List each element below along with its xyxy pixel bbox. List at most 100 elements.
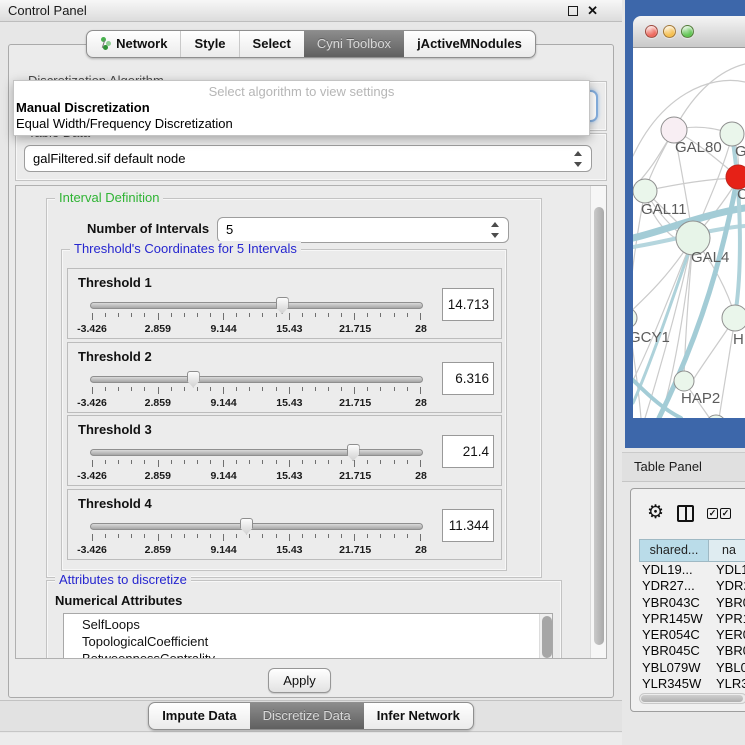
settings-scrollbar-thumb[interactable]	[594, 207, 604, 645]
network-window-titlebar[interactable]	[633, 16, 745, 48]
slider-ticks	[92, 534, 421, 542]
slider-track[interactable]	[90, 523, 423, 530]
threshold-label: Threshold 3	[78, 422, 152, 437]
table-header: shared... na	[639, 539, 745, 562]
column-layout-icon[interactable]	[677, 505, 694, 522]
bottom-tab-strip: Impute DataDiscretize DataInfer Network	[0, 700, 622, 732]
zoom-window-icon[interactable]	[681, 25, 694, 38]
threshold-slider[interactable]: -3.4262.8599.14415.4321.71528	[90, 517, 423, 559]
slider-thumb[interactable]	[347, 444, 360, 461]
checkbox-checked-icon[interactable]: ✓	[707, 508, 718, 519]
node-label: C	[737, 186, 745, 203]
slider-track[interactable]	[90, 376, 423, 383]
tab-discretize-data[interactable]: Discretize Data	[250, 703, 364, 729]
tab-style[interactable]: Style	[180, 31, 238, 57]
tick-label: 28	[415, 470, 427, 482]
network-edge	[645, 178, 737, 191]
column-header-name[interactable]: na	[709, 539, 745, 562]
network-node-gcy1[interactable]	[633, 308, 637, 328]
table-row[interactable]: YDR27...YDR2	[639, 578, 745, 594]
threshold-label: Threshold 4	[78, 496, 152, 511]
threshold-slider[interactable]: -3.4262.8599.14415.4321.71528	[90, 443, 423, 485]
threshold-slider[interactable]: -3.4262.8599.14415.4321.71528	[90, 296, 423, 338]
tab-label: Cyni Toolbox	[317, 31, 391, 57]
apply-button[interactable]: Apply	[268, 668, 331, 693]
table-row[interactable]: YDL19...YDL1	[639, 562, 745, 578]
list-scrollbar-thumb[interactable]	[542, 616, 552, 658]
table-panel: ⚙ ✓✓ shared... na YDL19...YDL1YDR27...YDR…	[630, 488, 745, 712]
cell-shared-name: YDR27...	[639, 578, 709, 594]
attribute-item-selfloops[interactable]: SelfLoops	[82, 616, 552, 633]
network-node-h[interactable]	[722, 305, 745, 331]
slider-thumb[interactable]	[187, 371, 200, 388]
bottom-tab-bar: Impute DataDiscretize DataInfer Network	[148, 702, 474, 730]
network-view-window[interactable]: GAL80GACGAL11GAL4GCY1HHAP2	[625, 0, 745, 448]
cell-name: YPR1	[709, 611, 745, 627]
tick-label: -3.426	[77, 323, 107, 335]
minimize-window-icon[interactable]	[663, 25, 676, 38]
algorithm-option-manual-discretization[interactable]: Manual Discretization	[14, 100, 589, 116]
network-canvas[interactable]: GAL80GACGAL11GAL4GCY1HHAP2	[633, 48, 745, 418]
float-window-icon[interactable]	[568, 6, 578, 16]
tab-impute-data[interactable]: Impute Data	[149, 703, 249, 729]
table-row[interactable]: YLR345WYLR3	[639, 676, 745, 692]
tick-label: 15.43	[276, 397, 302, 409]
algorithm-option-equal-width-frequency-discretization[interactable]: Equal Width/Frequency Discretization	[14, 116, 589, 132]
table-data-select[interactable]: galFiltered.sif default node	[24, 145, 592, 172]
slider-track[interactable]	[90, 302, 423, 309]
threshold-value-field[interactable]: 21.4	[442, 435, 494, 468]
tab-network[interactable]: Network	[87, 31, 180, 57]
tick-label: 21.715	[339, 323, 371, 335]
tick-label: -3.426	[77, 397, 107, 409]
node-label: GAL80	[675, 139, 722, 156]
network-node-hap2[interactable]	[674, 371, 694, 391]
tab-label: Select	[253, 31, 291, 57]
threshold-value-field[interactable]: 6.316	[442, 362, 494, 395]
settings-scrollpane: Interval Definition Number of Intervals …	[15, 185, 607, 659]
table-horizontal-scrollbar[interactable]	[639, 693, 745, 704]
node-label: H	[733, 331, 744, 348]
tab-select[interactable]: Select	[239, 31, 304, 57]
table-panel-title: Table Panel	[634, 459, 702, 474]
close-icon[interactable]: ✕	[587, 6, 598, 16]
slider-track[interactable]	[90, 449, 423, 456]
tick-label: -3.426	[77, 544, 107, 556]
attribute-item-topologicalcoefficient[interactable]: TopologicalCoefficient	[82, 633, 552, 650]
tick-label: 28	[415, 544, 427, 556]
table-row[interactable]: YBL079WYBL0	[639, 660, 745, 676]
cell-shared-name: YBL079W	[639, 660, 709, 676]
network-node-gal11[interactable]	[633, 179, 657, 203]
table-row[interactable]: YBR045CYBR0	[639, 643, 745, 659]
table-hscrollbar-thumb[interactable]	[641, 695, 743, 702]
tab-label: jActiveMNodules	[417, 31, 522, 57]
number-of-intervals-select[interactable]: 5	[217, 217, 509, 243]
tick-label: 28	[415, 323, 427, 335]
network-icon	[100, 37, 111, 51]
tick-label: 9.144	[210, 544, 236, 556]
slider-thumb[interactable]	[276, 297, 289, 314]
slider-ticks	[92, 460, 421, 468]
slider-thumb[interactable]	[240, 518, 253, 535]
attribute-item-betweennesscentrality[interactable]: BetweennessCentrality	[82, 650, 552, 659]
algorithm-dropdown-popup: Select algorithm to view settings Manual…	[13, 80, 590, 136]
cell-shared-name: YBR045C	[639, 643, 709, 659]
list-scrollbar[interactable]	[539, 614, 552, 659]
close-window-icon[interactable]	[645, 25, 658, 38]
attributes-group: Attributes to discretize Numerical Attri…	[46, 580, 562, 659]
tab-infer-network[interactable]: Infer Network	[364, 703, 473, 729]
table-row[interactable]: YER054CYER0	[639, 627, 745, 643]
tab-jactivemnodules[interactable]: jActiveMNodules	[404, 31, 535, 57]
threshold-slider[interactable]: -3.4262.8599.14415.4321.71528	[90, 370, 423, 412]
threshold-value-field[interactable]: 11.344	[442, 509, 494, 542]
table-row[interactable]: YBR043CYBR0	[639, 595, 745, 611]
gear-icon[interactable]: ⚙	[647, 503, 664, 523]
column-header-shared-name[interactable]: shared...	[639, 539, 709, 562]
tick-label: 21.715	[339, 470, 371, 482]
tick-label: 9.144	[210, 397, 236, 409]
checkbox-checked-icon[interactable]: ✓	[720, 508, 731, 519]
threshold-value-field[interactable]: 14.713	[442, 288, 494, 321]
settings-scrollbar[interactable]	[590, 186, 606, 658]
thresholds-group-title: Threshold's Coordinates for 5 Intervals	[70, 241, 301, 257]
tab-cyni-toolbox[interactable]: Cyni Toolbox	[304, 31, 404, 57]
table-row[interactable]: YPR145WYPR1	[639, 611, 745, 627]
